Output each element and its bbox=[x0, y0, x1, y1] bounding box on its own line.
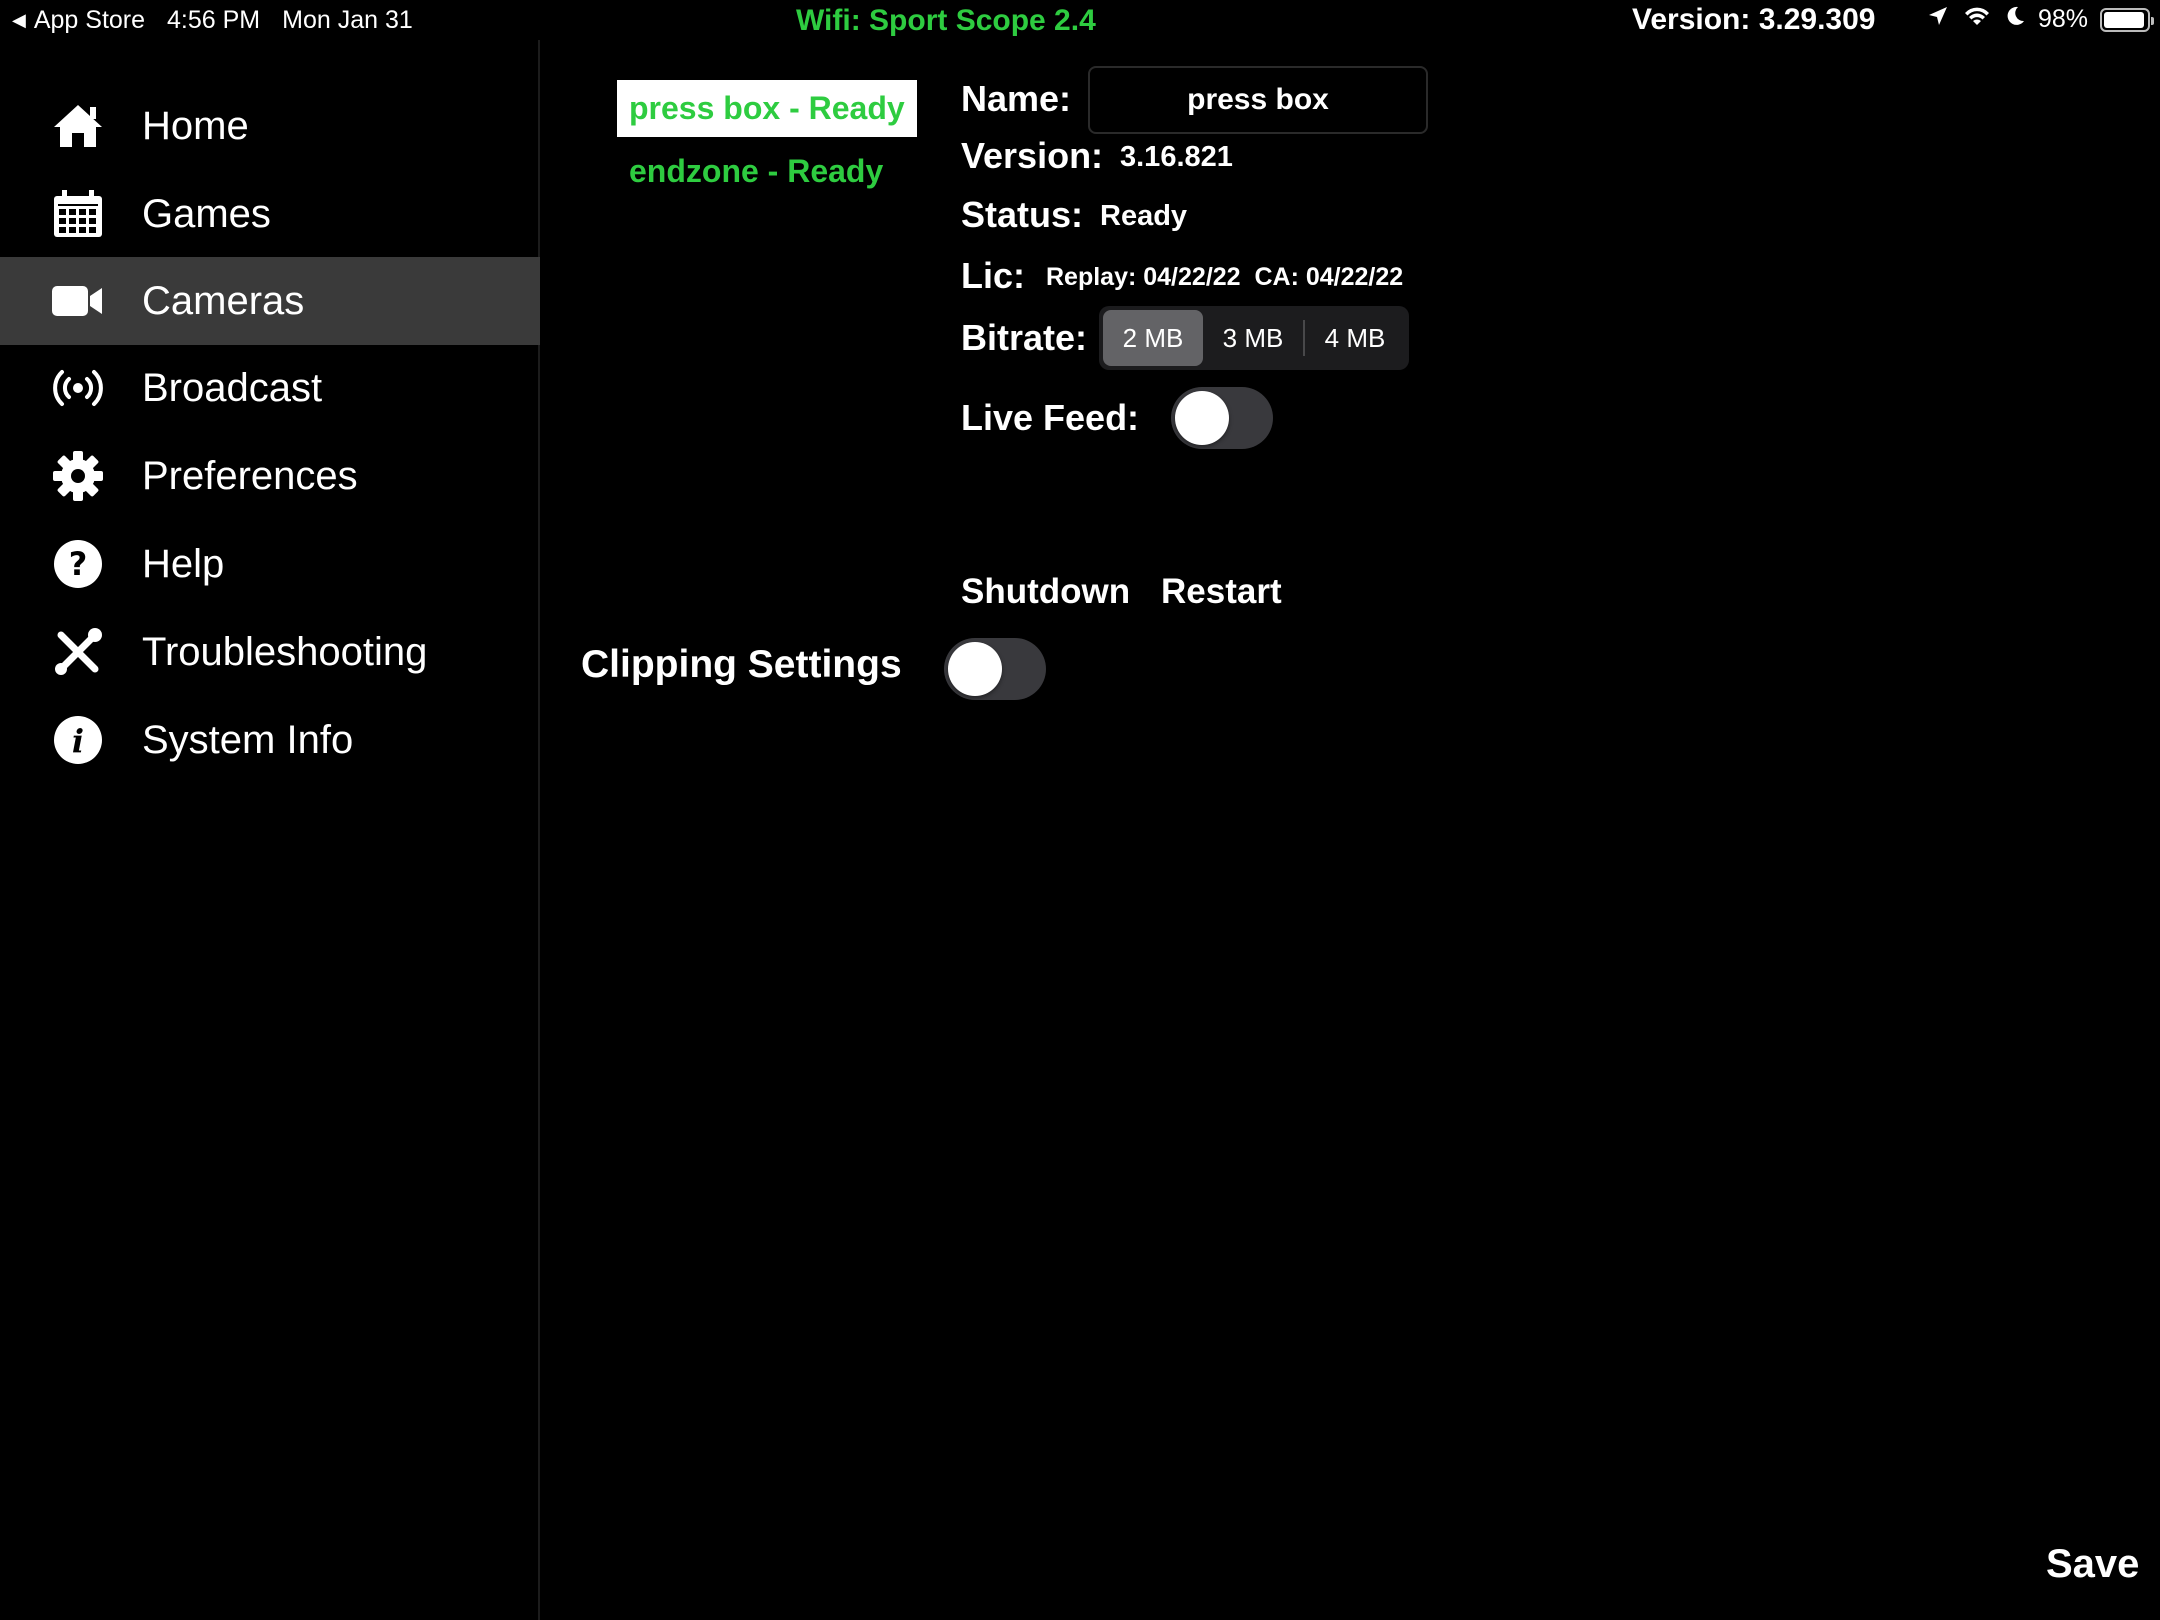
info-icon: i bbox=[52, 714, 104, 766]
sidebar-item-preferences[interactable]: Preferences bbox=[0, 432, 540, 520]
status-label: Status: bbox=[961, 194, 1084, 235]
sidebar-item-broadcast[interactable]: Broadcast bbox=[0, 344, 540, 432]
bitrate-label: Bitrate: bbox=[961, 317, 1088, 358]
status-time: 4:56 PM bbox=[167, 6, 261, 34]
broadcast-icon bbox=[52, 362, 104, 414]
status-bar: ◀ App Store 4:56 PM Mon Jan 31 Wifi: Spo… bbox=[0, 0, 2160, 40]
version-value: 3.16.821 bbox=[1120, 141, 1233, 173]
svg-text:?: ? bbox=[69, 545, 88, 583]
live-feed-toggle[interactable] bbox=[1171, 387, 1273, 449]
sidebar-item-label: Games bbox=[142, 191, 271, 236]
name-label: Name: bbox=[961, 78, 1072, 119]
bitrate-segmented-control: 2 MB 3 MB 4 MB bbox=[1099, 306, 1409, 370]
location-icon bbox=[1926, 4, 1950, 35]
clipping-settings-label: Clipping Settings bbox=[581, 643, 902, 686]
video-camera-icon bbox=[52, 275, 104, 327]
bitrate-option-2mb[interactable]: 2 MB bbox=[1103, 310, 1203, 366]
sidebar-item-label: Broadcast bbox=[142, 365, 323, 410]
status-value: Ready bbox=[1100, 200, 1188, 232]
toggle-knob bbox=[948, 642, 1002, 696]
tools-icon bbox=[52, 626, 104, 678]
app-version: Version: 3.29.309 bbox=[1632, 3, 1876, 36]
save-button[interactable]: Save bbox=[2046, 1542, 2139, 1587]
wifi-icon bbox=[1962, 4, 1992, 35]
camera-list-item-press-box[interactable]: press box - Ready bbox=[617, 80, 917, 137]
moon-icon bbox=[2004, 5, 2026, 34]
question-icon: ? bbox=[52, 538, 104, 590]
sidebar-item-troubleshooting[interactable]: Troubleshooting bbox=[0, 608, 540, 696]
live-feed-label: Live Feed: bbox=[961, 397, 1140, 438]
clipping-settings-toggle[interactable] bbox=[944, 638, 1046, 700]
svg-text:i: i bbox=[72, 722, 84, 760]
sidebar-item-help[interactable]: ? Help bbox=[0, 520, 540, 608]
sidebar-item-label: Help bbox=[142, 541, 225, 586]
gear-icon bbox=[52, 450, 104, 502]
battery-percent: 98% bbox=[2037, 5, 2088, 33]
sidebar-item-system-info[interactable]: i System Info bbox=[0, 696, 540, 784]
license-label: Lic: bbox=[961, 255, 1026, 296]
camera-list-item-endzone[interactable]: endzone - Ready bbox=[617, 143, 895, 200]
back-app-label[interactable]: App Store bbox=[34, 6, 145, 35]
battery-icon bbox=[2100, 7, 2154, 32]
wifi-network-name: Wifi: Sport Scope 2.4 bbox=[796, 4, 1096, 37]
status-date: Mon Jan 31 bbox=[282, 6, 413, 34]
sidebar-item-label: Cameras bbox=[142, 278, 305, 323]
sidebar-item-label: Troubleshooting bbox=[142, 629, 428, 674]
camera-name-input[interactable] bbox=[1088, 66, 1428, 134]
back-arrow-icon[interactable]: ◀ bbox=[12, 10, 26, 31]
sidebar: Home Games Cameras Broadcast Preferences… bbox=[0, 40, 540, 1620]
license-value: Replay: 04/22/22 CA: 04/22/22 bbox=[1046, 263, 1404, 291]
sidebar-item-games[interactable]: Games bbox=[0, 170, 540, 258]
sidebar-item-label: Home bbox=[142, 103, 249, 148]
bitrate-option-3mb[interactable]: 3 MB bbox=[1203, 310, 1303, 366]
home-icon bbox=[52, 100, 104, 152]
sidebar-item-label: Preferences bbox=[142, 453, 358, 498]
shutdown-button[interactable]: Shutdown bbox=[961, 572, 1130, 612]
calendar-icon bbox=[52, 188, 104, 240]
status-bar-right: 98% bbox=[1926, 4, 2154, 35]
sidebar-item-label: System Info bbox=[142, 717, 354, 762]
restart-button[interactable]: Restart bbox=[1161, 572, 1282, 612]
bitrate-option-4mb[interactable]: 4 MB bbox=[1305, 310, 1405, 366]
toggle-knob bbox=[1175, 391, 1229, 445]
version-label: Version: bbox=[961, 135, 1104, 176]
main-content: press box - Ready endzone - Ready Name: … bbox=[542, 40, 2160, 1620]
status-bar-left: ◀ App Store 4:56 PM Mon Jan 31 bbox=[12, 6, 413, 35]
sidebar-item-home[interactable]: Home bbox=[0, 82, 540, 170]
sidebar-item-cameras[interactable]: Cameras bbox=[0, 257, 540, 345]
